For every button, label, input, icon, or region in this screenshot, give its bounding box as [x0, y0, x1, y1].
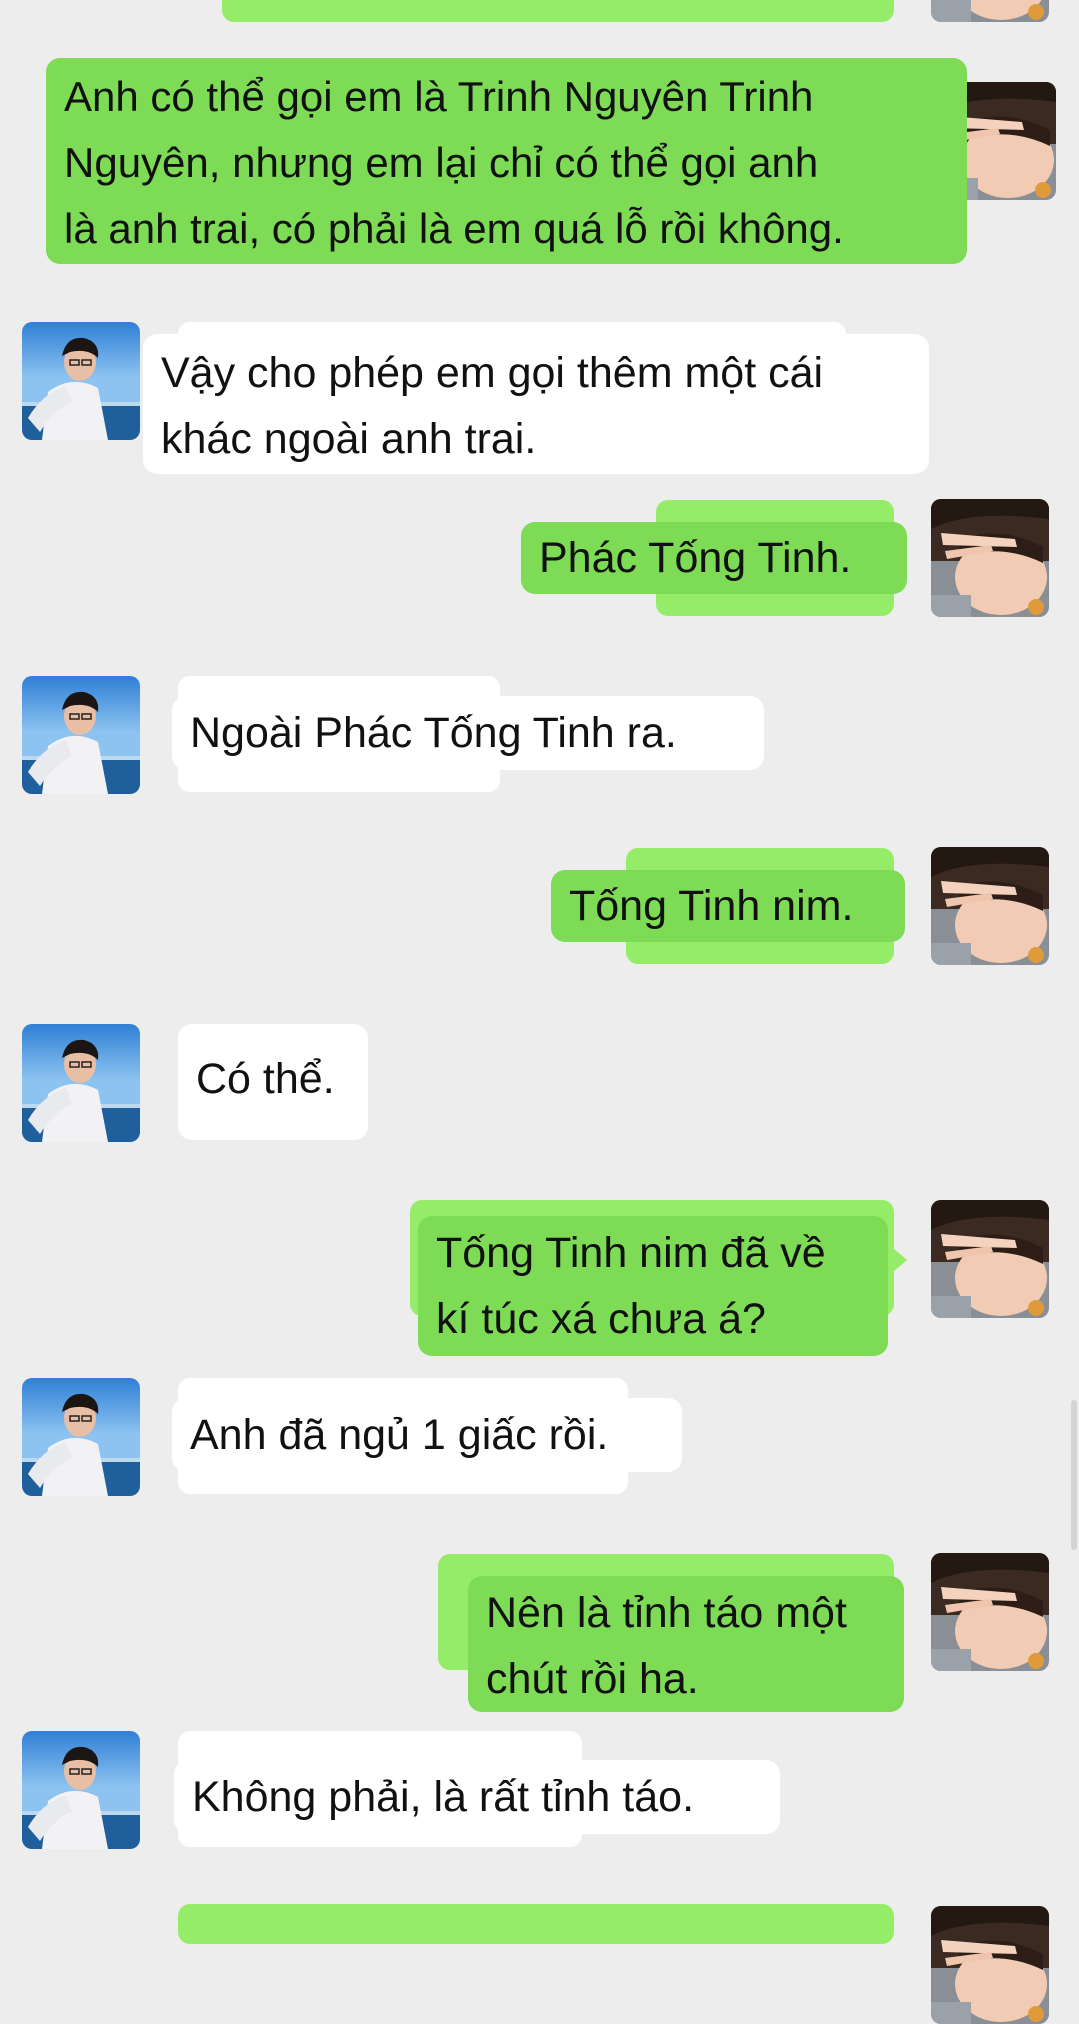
message-bubble-incoming[interactable]: Anh đã ngủ 1 giấc rồi. — [172, 1398, 682, 1472]
message-line: Nên là tỉnh táo một — [486, 1589, 847, 1637]
message-line: Anh đã ngủ 1 giấc rồi. — [190, 1411, 609, 1459]
message-line: Tống Tinh nim đã về — [436, 1229, 826, 1277]
message-bubble-incoming[interactable]: Không phải, là rất tỉnh táo. — [174, 1760, 780, 1834]
message-line: Ngoài Phác Tống Tinh ra. — [190, 709, 677, 757]
message-line: chút rồi ha. — [486, 1655, 699, 1703]
contact-avatar[interactable] — [22, 322, 140, 440]
contact-avatar[interactable] — [22, 1731, 140, 1849]
message-line: Anh có thể gọi em là Trinh Nguyên Trinh — [64, 73, 814, 120]
contact-avatar[interactable] — [22, 1378, 140, 1496]
message-bubble-incoming[interactable]: Ngoài Phác Tống Tinh ra. — [172, 696, 764, 770]
message-line: là anh trai, có phải là em quá lỗ rồi kh… — [64, 205, 844, 252]
contact-avatar[interactable] — [22, 676, 140, 794]
message-line: Nguyên, nhưng em lại chỉ có thể gọi anh — [64, 139, 819, 186]
self-avatar[interactable] — [931, 0, 1049, 22]
bubble-tail — [893, 1248, 907, 1272]
message-bubble-outgoing[interactable]: Tống Tinh nim đã về kí túc xá chưa á? — [418, 1216, 888, 1356]
message-bubble-outgoing[interactable]: Tống Tinh nim. — [551, 870, 905, 942]
message-line: Tống Tinh nim. — [569, 882, 854, 930]
message-bubble-outgoing[interactable]: Phác Tống Tinh. — [521, 522, 907, 594]
message-bubble-outgoing[interactable]: Anh có thể gọi em là Trinh Nguyên Trinh … — [46, 58, 967, 264]
self-avatar[interactable] — [931, 847, 1049, 965]
scrollbar[interactable] — [1071, 1400, 1077, 1550]
message-line: Không phải, là rất tỉnh táo. — [192, 1773, 695, 1821]
contact-avatar[interactable] — [22, 1024, 140, 1142]
self-avatar[interactable] — [931, 1200, 1049, 1318]
message-bubble-outgoing[interactable]: Nên là tỉnh táo một chút rồi ha. — [468, 1576, 904, 1712]
message-line: Phác Tống Tinh. — [539, 534, 852, 582]
self-avatar[interactable] — [931, 1906, 1049, 2024]
self-avatar[interactable] — [931, 1553, 1049, 1671]
message-bubble-incoming[interactable]: Có thể. — [178, 1024, 368, 1140]
message-line: khác ngoài anh trai. — [161, 415, 537, 463]
message-line: Có thể. — [196, 1055, 335, 1103]
message-line: kí túc xá chưa á? — [436, 1295, 766, 1343]
message-bubble-incoming[interactable]: Vậy cho phép em gọi thêm một cái khác ng… — [143, 334, 929, 474]
partial-outgoing-bubble-bottom — [178, 1904, 894, 1944]
self-avatar[interactable] — [931, 499, 1049, 617]
message-line: Vậy cho phép em gọi thêm một cái — [161, 349, 824, 397]
chat-message-list[interactable]: Anh có thể gọi em là Trinh Nguyên Trinh … — [0, 0, 1079, 2024]
partial-outgoing-bubble-top — [222, 0, 894, 22]
